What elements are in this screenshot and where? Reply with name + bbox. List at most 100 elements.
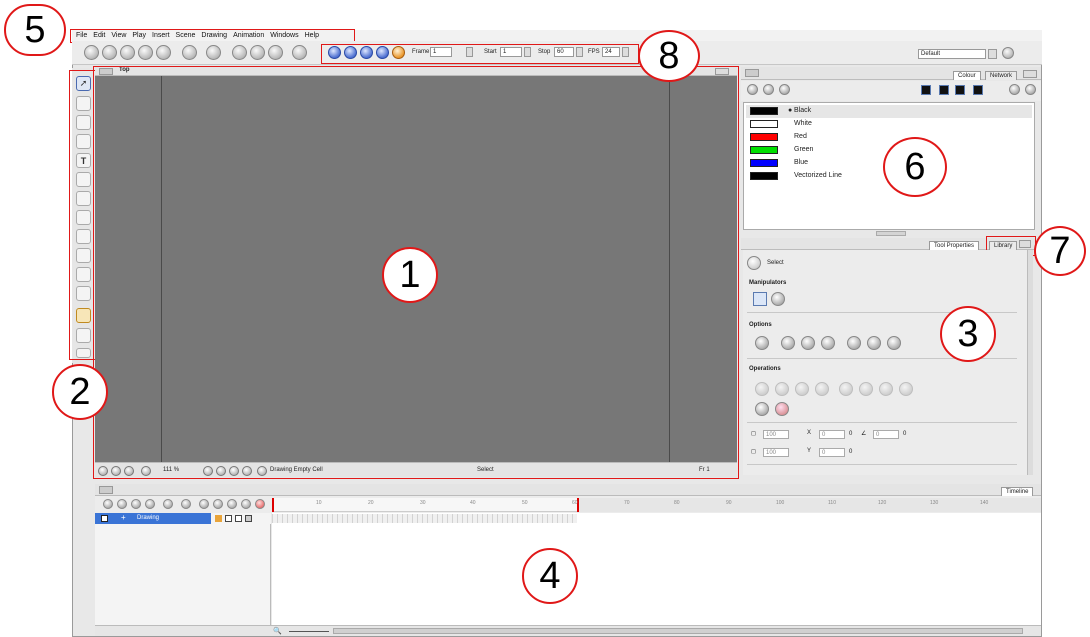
tab-network[interactable]: Network [985, 71, 1018, 80]
brush-colour-icon[interactable] [955, 85, 965, 95]
colour-menu-icon[interactable] [745, 69, 759, 77]
timeline-ruler[interactable]: 10 20 30 40 50 60 70 80 90 100 110 120 1… [272, 498, 1041, 512]
callout-4: 4 [522, 548, 578, 604]
select-manipulator-icon[interactable] [753, 292, 767, 306]
horizontal-scroll-thumb[interactable] [333, 628, 1023, 634]
workspace-dropdown-icon[interactable] [988, 49, 997, 59]
import-icon[interactable] [156, 45, 171, 60]
ruler-mark: 50 [522, 500, 528, 506]
start-marker[interactable] [272, 498, 274, 512]
swatch-row-red[interactable]: Red [746, 131, 1032, 144]
palette-options-icon[interactable] [1009, 84, 1020, 95]
rotate-ccw-icon[interactable] [899, 382, 913, 396]
line-colour-icon[interactable] [973, 85, 983, 95]
swatch-row-black[interactable]: ● Black [746, 105, 1032, 118]
layer-props-icon[interactable] [163, 499, 173, 509]
options-heading: Options [749, 322, 772, 328]
tab-colour[interactable]: Colour [953, 71, 981, 80]
swatch-white[interactable] [750, 120, 778, 128]
show-all-icon[interactable] [213, 499, 223, 509]
create-line-art-icon[interactable] [795, 382, 809, 396]
x-field[interactable]: 0 [819, 430, 845, 439]
height-field[interactable]: 100 [763, 448, 789, 457]
swatch-red[interactable] [750, 133, 778, 141]
zoom-slider-icon[interactable]: 🔍 [273, 627, 282, 635]
record-icon[interactable] [255, 499, 265, 509]
paste-icon[interactable] [268, 45, 283, 60]
transform-manipulator-icon[interactable] [771, 292, 785, 306]
workspace-select[interactable]: Default [918, 49, 986, 59]
delete-layer-icon[interactable] [145, 499, 155, 509]
distribute-icon[interactable] [755, 402, 769, 416]
width-field[interactable]: 100 [763, 430, 789, 439]
select-strokes-icon[interactable] [847, 336, 861, 350]
lock-all-icon[interactable] [227, 499, 237, 509]
y-field[interactable]: 0 [819, 448, 845, 457]
timeline-menu-icon[interactable] [99, 486, 113, 494]
swatch-blue[interactable] [750, 159, 778, 167]
swatch-name: Black [794, 107, 812, 114]
undo-icon[interactable] [182, 45, 197, 60]
frame-cells-drawing[interactable] [272, 514, 577, 523]
save-icon[interactable] [120, 45, 135, 60]
create-colour-art-icon[interactable] [775, 382, 789, 396]
add-layer-icon[interactable] [103, 499, 113, 509]
swatch-vectorized-line[interactable] [750, 172, 778, 180]
snap-align-icon[interactable] [821, 336, 835, 350]
layer-lock-icon[interactable] [235, 515, 242, 522]
redo-icon[interactable] [206, 45, 221, 60]
render-icon[interactable] [292, 45, 307, 60]
timeline-frames[interactable] [272, 513, 1041, 625]
callout-3: 3 [940, 306, 996, 362]
fill-colour-icon[interactable] [939, 85, 949, 95]
smooth-icon[interactable] [815, 382, 829, 396]
timeline-scrollbar[interactable]: 🔍 [95, 625, 1041, 636]
layer-delete-icon[interactable] [245, 515, 252, 522]
layer-row-drawing[interactable]: + Drawing [95, 513, 271, 524]
select-colour-icon[interactable] [867, 336, 881, 350]
add-drawing-layer-icon[interactable] [117, 499, 127, 509]
protect-line-icon[interactable] [775, 402, 789, 416]
swatch-row-white[interactable]: White [746, 118, 1032, 131]
new-scene-icon[interactable] [84, 45, 99, 60]
zoom-slider[interactable] [289, 631, 329, 632]
remove-colour-icon[interactable] [763, 84, 774, 95]
colour-close-icon[interactable] [1023, 70, 1037, 78]
add-peg-icon[interactable] [131, 499, 141, 509]
save-as-icon[interactable] [138, 45, 153, 60]
add-colour-icon[interactable] [747, 84, 758, 95]
tool-properties-scrollbar[interactable] [1027, 250, 1033, 475]
swatch-black[interactable] [750, 107, 778, 115]
lasso-mode-icon[interactable] [755, 336, 769, 350]
flip-horizontal-icon[interactable] [839, 382, 853, 396]
cut-icon[interactable] [232, 45, 247, 60]
tab-tool-properties[interactable]: Tool Properties [929, 241, 980, 250]
permanent-selection-icon[interactable] [887, 336, 901, 350]
onion-timeline-icon[interactable] [199, 499, 209, 509]
tab-timeline[interactable]: Timeline [1001, 487, 1034, 496]
ruler-mark: 90 [726, 500, 732, 506]
snap-contour-icon[interactable] [781, 336, 795, 350]
layer-enable-checkbox[interactable] [101, 515, 108, 522]
open-scene-icon[interactable] [102, 45, 117, 60]
contour-colour-icon[interactable] [921, 85, 931, 95]
swatch-green[interactable] [750, 146, 778, 154]
flatten-icon[interactable] [755, 382, 769, 396]
layer-pencil-icon[interactable] [215, 515, 222, 522]
zoom-timeline-icon[interactable] [181, 499, 191, 509]
ruler-mark: 20 [368, 500, 374, 506]
palette-lock-icon[interactable] [1025, 84, 1036, 95]
angle-field[interactable]: 0 [873, 430, 899, 439]
copy-icon[interactable] [250, 45, 265, 60]
keyframe-icon[interactable] [241, 499, 251, 509]
snap-grid-icon[interactable] [801, 336, 815, 350]
ruler-mark: 100 [776, 500, 785, 506]
flip-vertical-icon[interactable] [859, 382, 873, 396]
edit-colour-icon[interactable] [779, 84, 790, 95]
layer-colour-icon[interactable] [225, 515, 232, 522]
swatch-name: Vectorized Line [794, 172, 842, 179]
layer-expand-icon[interactable]: + [121, 513, 126, 522]
panel-splitter-handle[interactable] [876, 231, 906, 236]
rotate-icon[interactable] [879, 382, 893, 396]
workspace-save-icon[interactable] [1002, 47, 1014, 59]
